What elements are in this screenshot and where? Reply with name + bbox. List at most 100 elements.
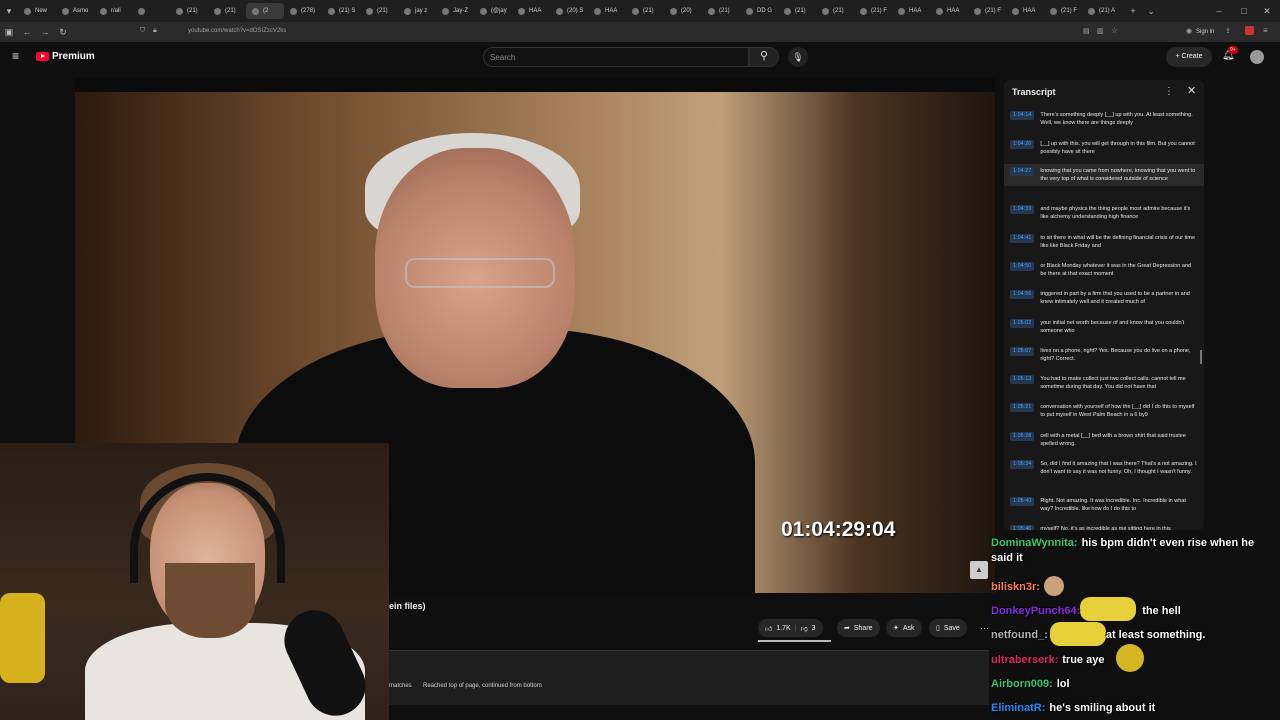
bookmark-star-icon[interactable]: ☆ (1111, 26, 1118, 35)
browser-tab[interactable]: HAA (1006, 3, 1044, 19)
browser-tab[interactable]: New (18, 3, 56, 19)
transcript-timestamp[interactable]: 1:04:56 (1010, 290, 1035, 299)
browser-tab[interactable]: (21) (778, 3, 816, 19)
browser-tab[interactable]: Jay-Z (436, 3, 474, 19)
search-input[interactable]: Search (483, 47, 749, 67)
transcript-segment[interactable]: 1:05:46 myself? No, it's as incredible as… (1004, 522, 1204, 530)
sign-in-button[interactable]: Sign in (1196, 29, 1214, 35)
transcript-segment[interactable]: 1:05:07 lives on a phone, right? Yes. Bec… (1004, 344, 1204, 366)
transcript-segment[interactable]: 1:04:56 triggered in part by a firm that … (1004, 287, 1204, 309)
sidebar-toggle-icon[interactable]: ▣ (0, 27, 18, 38)
browser-tab[interactable]: (278) (284, 3, 322, 19)
browser-tab[interactable]: (20) (664, 3, 702, 19)
transcript-segment[interactable]: 1:04:33 and maybe physics the thing peopl… (1004, 202, 1204, 224)
transcript-timestamp[interactable]: 1:05:13 (1010, 375, 1035, 384)
menu-icon[interactable]: ≡ (1263, 26, 1268, 35)
tab-favicon-icon (784, 7, 791, 15)
browser-tab[interactable]: (21) (816, 3, 854, 19)
transcript-timestamp[interactable]: 1:05:28 (1010, 432, 1035, 441)
transcript-timestamp[interactable]: 1:05:34 (1010, 460, 1035, 469)
transcript-scrollbar[interactable] (1200, 350, 1202, 364)
transcript-timestamp[interactable]: 1:04:14 (1010, 111, 1035, 120)
browser-tab[interactable]: (2 (246, 3, 284, 19)
avatar[interactable] (1250, 50, 1264, 64)
transcript-timestamp[interactable]: 1:05:07 (1010, 347, 1035, 356)
browser-tab[interactable]: (21) (702, 3, 740, 19)
transcript-timestamp[interactable]: 1:04:33 (1010, 205, 1035, 214)
chat-message: ultraberserk: true aye (991, 653, 1104, 668)
ask-button[interactable]: ✦ Ask (886, 619, 922, 637)
browser-tab[interactable]: (21) F (854, 3, 892, 19)
share-page-icon[interactable]: ⇪ (1225, 27, 1231, 35)
transcript-segment[interactable]: 1:05:34 So, did I find it amazing that I … (1004, 457, 1204, 479)
browser-tab[interactable] (132, 3, 170, 19)
search-button[interactable]: ⚲ (749, 47, 779, 67)
lock-icon[interactable]: 🔒︎ (153, 27, 157, 35)
browser-tab[interactable]: (21) (360, 3, 398, 19)
tabs-dropdown-icon[interactable]: ⌄ (1142, 6, 1160, 17)
url-field[interactable]: youtube.com/watch?v=dOSIZzcV2ks (188, 28, 286, 34)
browser-tab[interactable]: r/all (94, 3, 132, 19)
account-icon[interactable]: ◉ (1186, 27, 1192, 35)
transcript-timestamp[interactable]: 1:04:27 (1010, 167, 1035, 176)
transcript-timestamp[interactable]: 1:05:02 (1010, 319, 1035, 328)
transcript-timestamp[interactable]: 1:05:21 (1010, 403, 1035, 412)
webcam-toy (0, 593, 45, 683)
browser-tab[interactable]: jay z (398, 3, 436, 19)
transcript-segment[interactable]: 1:04:20 [__] up with this. you will get t… (1004, 137, 1204, 159)
tab-label: HAA (605, 8, 618, 14)
browser-tab[interactable]: DD G (740, 3, 778, 19)
browser-tab[interactable]: HAA (512, 3, 550, 19)
browser-tab[interactable]: (21) S (322, 3, 360, 19)
save-button[interactable]: ▯ Save (929, 619, 967, 637)
transcript-text: So, did I find it amazing that I was the… (1040, 461, 1197, 475)
browser-tab[interactable]: HAA (930, 3, 968, 19)
browser-tab[interactable]: (21) (626, 3, 664, 19)
transcript-segment[interactable]: 1:04:41 to sit there in what will be the … (1004, 231, 1204, 253)
back-icon[interactable]: ← (18, 27, 36, 37)
browser-tab[interactable]: Asmo (56, 3, 94, 19)
thumbs-down-icon[interactable]: 👎︎ (801, 624, 808, 633)
extensions-icon[interactable]: ▤ (1083, 27, 1090, 35)
transcript-segment[interactable]: 1:05:13 You had to make collect just two … (1004, 372, 1204, 394)
browser-tab[interactable]: (@jay (474, 3, 512, 19)
shield-icon[interactable]: ⛉ (140, 27, 145, 35)
transcript-timestamp[interactable]: 1:04:20 (1010, 140, 1035, 149)
youtube-logo[interactable]: Premium (36, 51, 95, 62)
close-icon[interactable]: ✕ (1187, 84, 1196, 97)
transcript-segment[interactable]: 1:05:21 conversation with yourself of how… (1004, 400, 1204, 422)
voice-search-button[interactable]: 🎙︎ (788, 47, 808, 67)
browser-tab[interactable]: HAA (892, 3, 930, 19)
hamburger-menu-icon[interactable]: ≡ (12, 49, 19, 63)
transcript-segment[interactable]: 1:05:28 cell with a metal [__] bed with a… (1004, 429, 1204, 451)
transcript-timestamp[interactable]: 1:04:50 (1010, 262, 1035, 271)
like-button[interactable]: 👍︎ 1.7K | 👎︎ 3 (758, 619, 823, 637)
browser-tab[interactable]: (21) F (968, 3, 1006, 19)
transcript-segment[interactable]: 1:05:40 Right. Not amazing. It was incred… (1004, 494, 1204, 516)
close-window-icon[interactable]: ✕ (1258, 6, 1276, 17)
transcript-segment[interactable]: 1:05:02 your initial net worth because of… (1004, 316, 1204, 338)
browser-tab[interactable]: (21) (170, 3, 208, 19)
extension-badge-icon[interactable] (1245, 26, 1254, 35)
transcript-segment[interactable]: 1:04:50 or Black Monday whatever it was i… (1004, 259, 1204, 281)
browser-tab[interactable]: (20) S (550, 3, 588, 19)
new-tab-icon[interactable]: + (1124, 6, 1142, 16)
minimize-icon[interactable]: – (1210, 6, 1228, 16)
tab-list-icon[interactable]: ▾ (0, 6, 18, 17)
share-button[interactable]: ➦ Share (837, 619, 880, 637)
transcript-timestamp[interactable]: 1:04:41 (1010, 234, 1035, 243)
transcript-segment[interactable]: 1:04:27 knowing that you came from nowher… (1004, 164, 1204, 186)
maximize-icon[interactable]: □ (1235, 6, 1253, 16)
browser-tab[interactable]: (21) F (1044, 3, 1082, 19)
more-options-icon[interactable]: ⋮ (1164, 86, 1174, 97)
forward-icon[interactable]: → (36, 27, 54, 37)
reload-icon[interactable]: ↻ (54, 27, 72, 38)
reader-icon[interactable]: ▥ (1097, 27, 1104, 35)
create-button[interactable]: + Create (1166, 47, 1212, 67)
browser-tab[interactable]: (21) A (1082, 3, 1120, 19)
browser-tab[interactable]: HAA (588, 3, 626, 19)
browser-tab[interactable]: (21) (208, 3, 246, 19)
transcript-segment[interactable]: 1:04:14 There's something deeply [__] up … (1004, 108, 1204, 130)
transcript-timestamp[interactable]: 1:05:40 (1010, 497, 1035, 506)
notifications-button[interactable]: 🔔︎ 9+ (1222, 46, 1238, 61)
